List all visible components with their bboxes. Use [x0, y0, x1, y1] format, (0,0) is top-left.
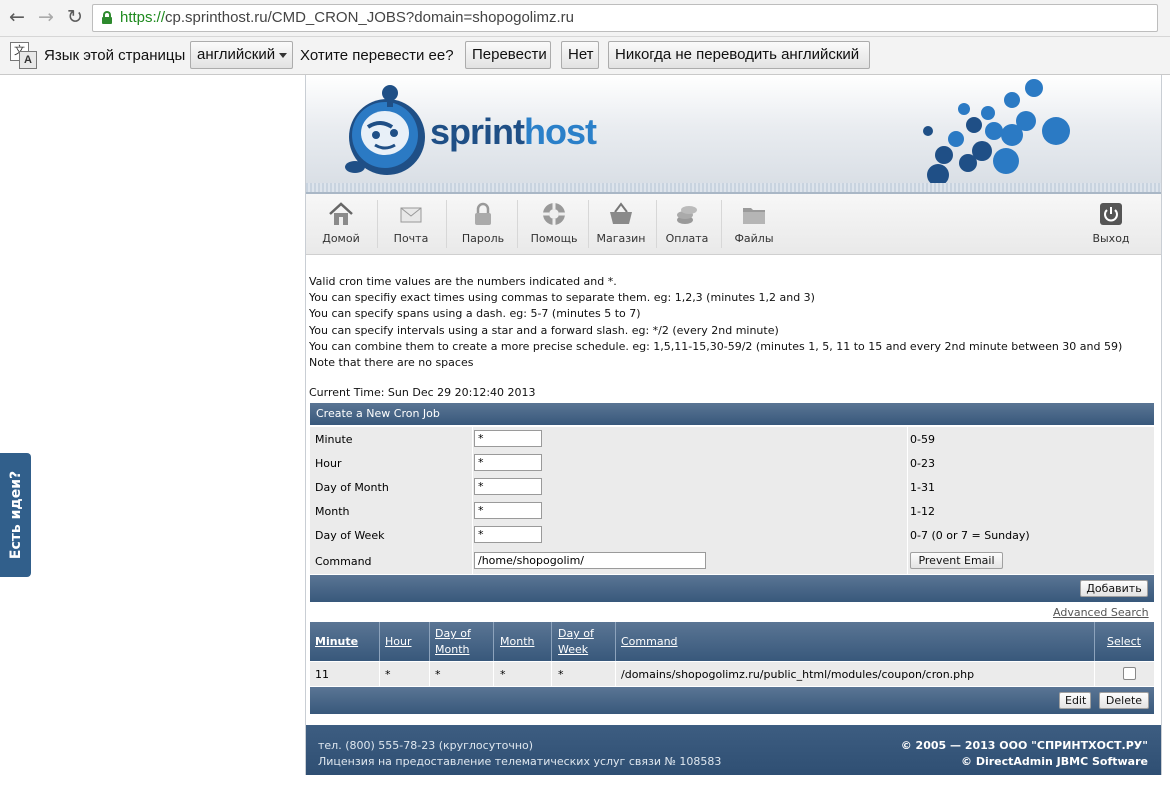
- translate-question: Хотите перевести ее?: [300, 47, 454, 64]
- sort-day-of-month-link[interactable]: Day of Month: [435, 626, 471, 665]
- field-label: Hour: [315, 457, 342, 470]
- footer-phone: тел. (800) 555-78-23 (круглосуточно): [318, 739, 534, 752]
- toolbar-password[interactable]: Пароль: [453, 200, 513, 245]
- help-line: You can specify spans using a dash. eg: …: [309, 307, 641, 321]
- language-select[interactable]: английский: [190, 41, 293, 69]
- browser-toolbar: ← → ↻ https://cp.sprinthost.ru/CMD_CRON_…: [0, 0, 1170, 37]
- cell-day-of-month: *: [435, 668, 441, 681]
- add-bar: Добавить: [310, 575, 1154, 602]
- reload-icon[interactable]: ↻: [64, 6, 86, 28]
- footer-software: © DirectAdmin JBMC Software: [961, 755, 1148, 768]
- form-row-day-of-week: Day of Week 0-7 (0 or 7 = Sunday): [310, 523, 1154, 548]
- range-hint: 1-31: [910, 481, 935, 494]
- month-input[interactable]: [474, 502, 542, 519]
- home-icon: [329, 202, 353, 225]
- range-hint: 1-12: [910, 505, 935, 518]
- translate-icon: 文A: [10, 42, 37, 69]
- cell-minute: 11: [315, 668, 329, 681]
- folder-icon: [743, 208, 765, 224]
- url-text: https://cp.sprinthost.ru/CMD_CRON_JOBS?d…: [120, 9, 574, 26]
- toolbar-files[interactable]: Файлы: [724, 200, 784, 245]
- panel-toolbar: Домой Почта Пароль Помощь Магазин Оплата: [306, 194, 1161, 255]
- toolbar-payment[interactable]: Оплата: [657, 200, 717, 245]
- help-line: Note that there are no spaces: [309, 356, 474, 370]
- power-icon: [1100, 203, 1122, 225]
- field-label: Day of Month: [315, 481, 389, 494]
- form-row-command: Command Prevent Email: [310, 547, 1154, 575]
- command-input[interactable]: [474, 552, 706, 569]
- control-panel-page: sprinthost Домой Почта Пароль Помощь Маг…: [305, 75, 1162, 775]
- feedback-tab[interactable]: Есть идеи?: [0, 453, 31, 577]
- advanced-search-link[interactable]: Advanced Search: [1053, 606, 1149, 619]
- edit-bar: Edit Delete: [310, 687, 1154, 714]
- mail-icon: [400, 207, 422, 223]
- range-hint: 0-23: [910, 457, 935, 470]
- lock-icon: [475, 202, 491, 225]
- cell-hour: *: [385, 668, 391, 681]
- help-line: Valid cron time values are the numbers i…: [309, 275, 617, 288]
- range-hint: 0-7 (0 or 7 = Sunday): [910, 529, 1030, 542]
- cron-table-header: Minute Hour Day of Month Month Day of Week…: [310, 622, 1154, 661]
- form-row-day-of-month: Day of Month 1-31: [310, 475, 1154, 500]
- lock-icon: [102, 11, 112, 24]
- row-select-checkbox[interactable]: [1123, 667, 1136, 680]
- add-button[interactable]: Добавить: [1080, 580, 1148, 597]
- cell-day-of-week: *: [558, 668, 564, 681]
- chevron-down-icon: [279, 52, 288, 58]
- translate-bar: 文A Язык этой страницы английский Хотите …: [0, 37, 1170, 75]
- toolbar-help[interactable]: Помощь: [524, 200, 584, 245]
- help-line: You can specifiy exact times using comma…: [309, 291, 815, 305]
- header-banner: sprinthost: [306, 75, 1161, 194]
- back-icon[interactable]: ←: [6, 6, 28, 28]
- field-label: Day of Week: [315, 529, 385, 542]
- minute-input[interactable]: [474, 430, 542, 447]
- mascot-logo-icon: [345, 85, 425, 175]
- help-line: You can specify intervals using a star a…: [309, 323, 779, 337]
- forward-icon[interactable]: →: [35, 6, 57, 28]
- toolbar-mail[interactable]: Почта: [381, 200, 441, 245]
- no-button[interactable]: Нет: [561, 41, 599, 69]
- lifebuoy-icon: [543, 203, 565, 225]
- form-row-month: Month 1-12: [310, 499, 1154, 524]
- field-label: Command: [315, 555, 372, 568]
- day-of-month-input[interactable]: [474, 478, 542, 495]
- hour-input[interactable]: [474, 454, 542, 471]
- toolbar-logout[interactable]: Выход: [1081, 200, 1141, 245]
- address-bar[interactable]: https://cp.sprinthost.ru/CMD_CRON_JOBS?d…: [92, 4, 1158, 32]
- delete-button[interactable]: Delete: [1099, 692, 1149, 709]
- toolbar-home[interactable]: Домой: [311, 200, 371, 245]
- footer-license: Лицензия на предоставление телематически…: [318, 755, 722, 768]
- field-label: Month: [315, 505, 350, 518]
- sort-day-of-week-link[interactable]: Day of Week: [558, 626, 594, 665]
- basket-icon: [610, 202, 632, 224]
- range-hint: 0-59: [910, 433, 935, 446]
- current-time: Current Time: Sun Dec 29 20:12:40 2013: [309, 386, 536, 399]
- logo-wordmark: sprinthost: [430, 111, 597, 152]
- prevent-email-button[interactable]: Prevent Email: [910, 552, 1003, 569]
- cron-help-text: Valid cron time values are the numbers i…: [309, 274, 1159, 371]
- footer: тел. (800) 555-78-23 (круглосуточно) Лиц…: [306, 725, 1161, 775]
- create-cron-title: Create a New Cron Job: [310, 403, 1154, 425]
- table-row: 11 * * * * /domains/shopogolimz.ru/publi…: [310, 662, 1154, 686]
- language-label: Язык этой страницы: [44, 47, 186, 64]
- form-row-hour: Hour 0-23: [310, 451, 1154, 476]
- edit-button[interactable]: Edit: [1059, 692, 1091, 709]
- coins-icon: [677, 206, 697, 224]
- form-row-minute: Minute 0-59: [310, 427, 1154, 452]
- help-line: You can combine them to create a more pr…: [309, 339, 1123, 353]
- cell-command: /domains/shopogolimz.ru/public_html/modu…: [621, 668, 975, 681]
- never-translate-button[interactable]: Никогда не переводить английский: [608, 41, 870, 69]
- translate-button[interactable]: Перевести: [465, 41, 551, 69]
- day-of-week-input[interactable]: [474, 526, 542, 543]
- toolbar-shop[interactable]: Магазин: [591, 200, 651, 245]
- footer-copyright: © 2005 — 2013 ООО "СПРИНТХОСТ.РУ": [900, 739, 1148, 752]
- decorative-dots-icon: [923, 79, 1070, 186]
- cell-month: *: [500, 668, 506, 681]
- field-label: Minute: [315, 433, 353, 446]
